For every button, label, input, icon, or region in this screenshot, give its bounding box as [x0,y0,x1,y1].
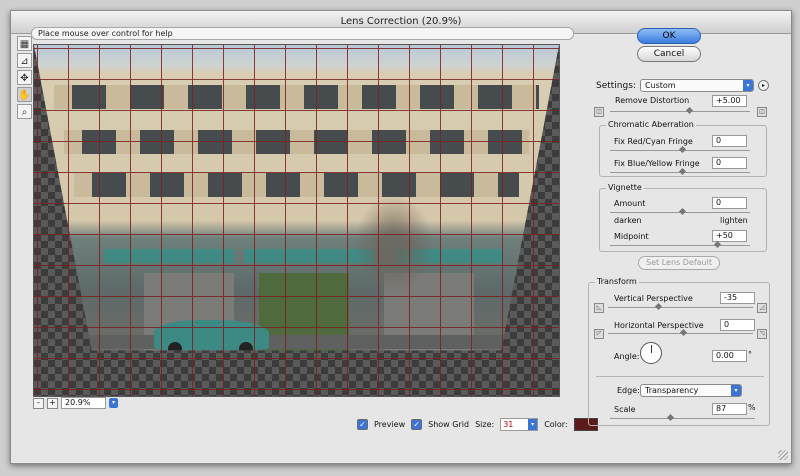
preview-grid-overlay [34,45,559,396]
horizontal-perspective-slider[interactable] [608,328,753,337]
angle-label: Angle: [614,352,640,361]
scale-slider[interactable] [610,413,755,422]
remove-distortion-slider[interactable] [610,106,750,115]
amount-label: Amount [614,199,646,208]
edge-value: Transparency [645,386,699,395]
set-lens-default-button[interactable]: Set Lens Default [638,256,720,270]
chevron-down-icon: ▾ [742,80,753,91]
blue-yellow-slider[interactable] [610,167,750,176]
settings-menu-icon[interactable]: ▸ [757,80,769,91]
vertical-perspective-left-icon: ◺ [594,303,604,313]
preview-label: Preview [374,420,406,429]
transform-title: Transform [595,277,639,286]
straighten-tool-icon[interactable]: ⊿ [17,53,32,68]
divider [596,376,764,377]
zoom-controls: - + 20.9% ▾ [33,397,118,409]
show-grid-checkbox[interactable]: ✓ [411,419,423,430]
horizontal-perspective-field[interactable]: 0 [720,319,755,331]
preview-canvas[interactable] [33,44,560,397]
zoom-out-button[interactable]: - [33,397,44,409]
vertical-perspective-label: Vertical Perspective [614,294,693,303]
scale-unit: % [748,403,756,412]
barrel-icon: ◫ [757,107,767,117]
zoom-dropdown-arrow-icon[interactable]: ▾ [109,398,118,408]
edge-label: Edge: [617,386,640,395]
vertical-perspective-slider[interactable] [608,302,753,311]
lighten-label: lighten [720,216,748,225]
settings-label: Settings: [596,80,636,91]
cancel-button[interactable]: Cancel [637,46,701,62]
grid-size-value: 31 [503,420,514,429]
midpoint-slider[interactable] [610,240,750,249]
midpoint-label: Midpoint [614,232,649,241]
resize-grip-icon[interactable] [778,450,788,460]
preview-checkbox[interactable]: ✓ [357,419,368,430]
remove-distortion-label: Remove Distortion [615,96,690,105]
zoom-in-button[interactable]: + [47,397,58,409]
color-label: Color: [544,420,568,429]
amount-field[interactable]: 0 [712,197,747,209]
settings-dropdown[interactable]: Custom ▾ [639,79,754,92]
red-cyan-label: Fix Red/Cyan Fringe [614,137,693,146]
angle-unit: ° [748,350,752,359]
scale-label: Scale [614,405,636,414]
darken-label: darken [614,216,642,225]
tool-palette: ▦ ⊿ ✥ ✋ ⌕ [17,36,33,121]
red-cyan-slider[interactable] [610,145,750,154]
remove-distortion-tool-icon[interactable]: ▦ [17,36,32,51]
horizontal-perspective-label: Horizontal Perspective [614,321,704,330]
preview-options: ✓ Preview ✓ Show Grid Size: 31 ▾ Color: [357,418,598,431]
settings-row: Settings: Custom ▾ ▸ [596,79,769,92]
horizontal-perspective-right-icon: ◹ [757,329,767,339]
show-grid-label: Show Grid [428,420,470,429]
vertical-perspective-right-icon: ◿ [757,303,767,313]
pincushion-icon: ◫ [594,107,604,117]
zoom-level-field[interactable]: 20.9% [61,397,106,409]
angle-field[interactable]: 0.00 [712,350,747,362]
help-text-bar: Place mouse over control for help [31,27,574,40]
blue-yellow-label: Fix Blue/Yellow Fringe [614,159,700,168]
vertical-perspective-field[interactable]: -35 [720,292,755,304]
move-grid-tool-icon[interactable]: ✥ [17,70,32,85]
size-label: Size: [475,420,495,429]
scale-field[interactable]: 87 [712,403,747,415]
horizontal-perspective-left-icon: ◸ [594,329,604,339]
chevron-down-icon: ▾ [731,385,741,396]
chromatic-aberration-title: Chromatic Aberration [606,120,696,129]
grid-size-stepper-icon[interactable]: ▾ [528,419,538,430]
settings-value: Custom [644,81,676,90]
edge-dropdown[interactable]: Transparency ▾ [640,384,742,397]
hand-tool-icon[interactable]: ✋ [17,87,32,102]
ok-button[interactable]: OK [637,28,701,44]
grid-size-field[interactable]: 31 ▾ [500,418,539,431]
zoom-tool-icon[interactable]: ⌕ [17,104,32,119]
blue-yellow-field[interactable]: 0 [712,157,747,169]
amount-slider[interactable] [610,207,750,216]
angle-dial[interactable] [640,342,662,364]
vignette-title: Vignette [606,183,644,192]
remove-distortion-field[interactable]: +5.00 [712,95,747,107]
red-cyan-field[interactable]: 0 [712,135,747,147]
